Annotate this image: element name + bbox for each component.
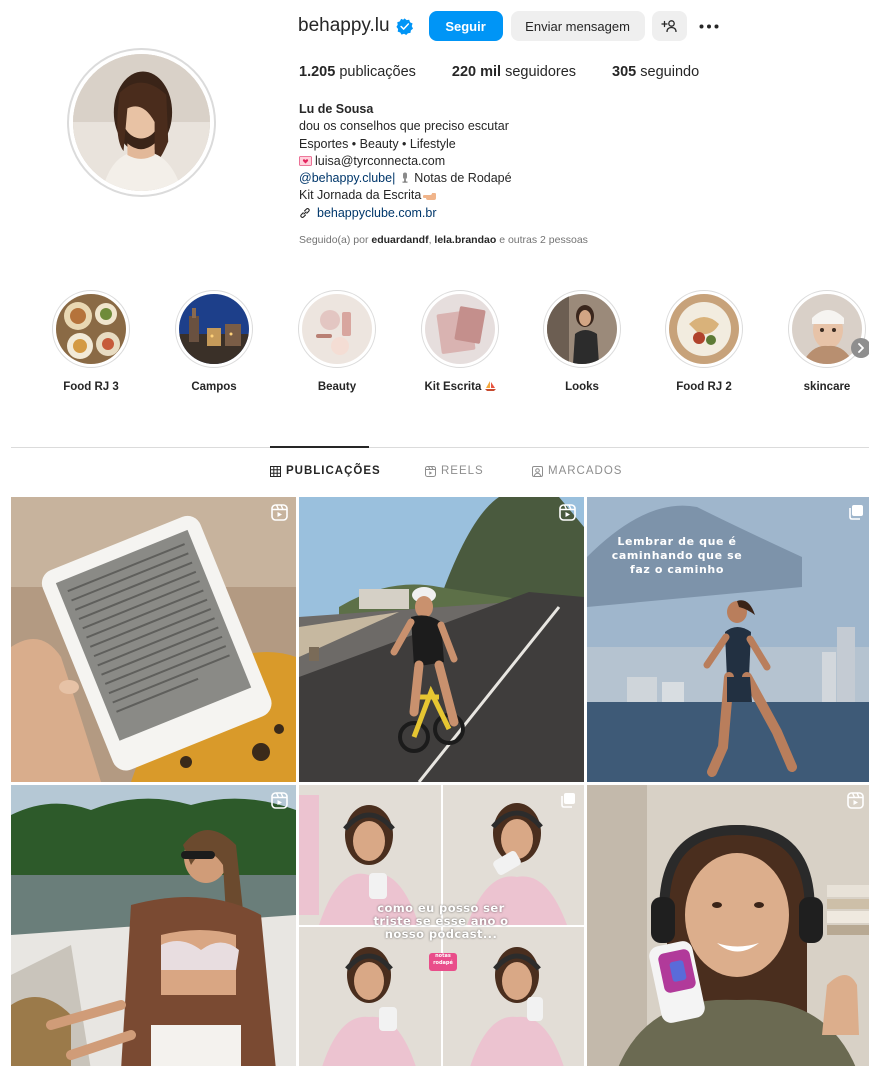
- follow-button[interactable]: Seguir: [428, 11, 503, 41]
- bio-mention-link[interactable]: @behappy.clube|: [299, 171, 395, 185]
- post-image: [587, 785, 869, 1066]
- highlight-label: Beauty: [317, 381, 357, 393]
- highlight-label: Food RJ 3: [63, 381, 119, 393]
- pointing-hand-icon: [423, 193, 437, 201]
- tab-posts[interactable]: PUBLICAÇÕES: [270, 465, 381, 477]
- profile-name: Lu de Sousa: [299, 102, 374, 116]
- highlight-food-rj-3[interactable]: Food RJ 3: [41, 290, 141, 393]
- highlight-label: Campos: [191, 381, 237, 393]
- post-image: [11, 497, 296, 782]
- follower-username[interactable]: lela.brandao: [434, 234, 496, 246]
- highlight-cover: [302, 294, 372, 364]
- highlight-label: skincare: [803, 381, 851, 393]
- more-options-button[interactable]: [696, 13, 722, 39]
- story-highlights: Food RJ 3 Campos Beauty Kit Escrita Look…: [0, 290, 869, 410]
- post-tile[interactable]: [11, 497, 296, 782]
- highlights-next-button[interactable]: [851, 338, 869, 358]
- profile-top-row: behappy.lu Seguir Enviar mensagem: [298, 10, 722, 42]
- sailboat-icon: [484, 381, 496, 391]
- grid-icon: [270, 465, 281, 477]
- post-overlay-text: como eu posso ser triste se esse ano o n…: [373, 901, 509, 941]
- highlight-cover: [547, 294, 617, 364]
- follower-username[interactable]: eduardandf: [371, 234, 428, 246]
- tab-tagged[interactable]: MARCADOS: [532, 465, 622, 477]
- verified-badge-icon: [395, 17, 413, 35]
- highlight-beauty[interactable]: Beauty: [287, 290, 387, 393]
- profile-stats: 1.205 publicações 220 mil seguidores 305…: [299, 64, 735, 80]
- posts-grid: Lembrar de que é caminhando que se faz o…: [11, 497, 869, 1066]
- highlight-label: Kit Escrita: [410, 381, 510, 393]
- bio-kit-line: Kit Jornada da Escrita: [299, 187, 512, 204]
- post-tile[interactable]: [11, 785, 296, 1066]
- bio-email: luisa@tyrconnecta.com: [315, 153, 446, 168]
- profile-header: behappy.lu Seguir Enviar mensagem 1.205 …: [0, 0, 869, 260]
- highlight-label: Food RJ 2: [676, 381, 732, 393]
- reel-icon: [559, 504, 576, 521]
- username: behappy.lu: [298, 15, 390, 36]
- post-tile[interactable]: Lembrar de que é caminhando que se faz o…: [587, 497, 869, 782]
- tabs-divider: [11, 447, 869, 448]
- send-message-button[interactable]: Enviar mensagem: [510, 11, 645, 41]
- post-tile[interactable]: como eu posso ser triste se esse ano o n…: [299, 785, 584, 1066]
- microphone-icon: [402, 172, 408, 183]
- followed-by[interactable]: Seguido(a) por eduardandf, lela.brandao …: [299, 234, 588, 246]
- reels-icon: [425, 465, 436, 477]
- tab-reels[interactable]: REELS: [425, 465, 484, 477]
- chevron-right-icon: [858, 343, 864, 353]
- post-tile[interactable]: [587, 785, 869, 1066]
- highlight-cover: [179, 294, 249, 364]
- post-overlay-text: Lembrar de que é caminhando que se faz o…: [611, 535, 743, 576]
- avatar[interactable]: [73, 54, 210, 191]
- reel-icon: [271, 504, 288, 521]
- posts-stat: 1.205 publicações: [299, 64, 416, 80]
- post-image: [299, 497, 584, 782]
- post-tile[interactable]: [299, 497, 584, 782]
- bio-website-link[interactable]: behappyclube.com.br: [299, 205, 512, 222]
- carousel-icon: [561, 793, 575, 808]
- highlight-cover: [425, 294, 495, 364]
- highlight-looks[interactable]: Looks: [532, 290, 632, 393]
- following-stat[interactable]: 305 seguindo: [612, 64, 699, 80]
- love-letter-icon: [299, 155, 312, 166]
- highlight-kit-escrita[interactable]: Kit Escrita: [410, 290, 510, 393]
- profile-avatar-ring[interactable]: [67, 48, 216, 197]
- tagged-icon: [532, 465, 543, 477]
- bio-line: dou os conselhos que preciso escutar: [299, 119, 509, 134]
- highlight-food-rj-2[interactable]: Food RJ 2: [654, 290, 754, 393]
- highlight-cover: [56, 294, 126, 364]
- more-dots-icon: [699, 24, 719, 28]
- post-image: [11, 785, 296, 1066]
- bio-line: Esportes • Beauty • Lifestyle: [299, 136, 456, 151]
- add-person-icon: [661, 20, 677, 33]
- profile-bio: Lu de Sousa dou os conselhos que preciso…: [299, 101, 512, 222]
- suggest-users-button[interactable]: [651, 11, 687, 41]
- highlight-label: Looks: [565, 381, 599, 393]
- carousel-icon: [849, 505, 863, 520]
- highlight-campos[interactable]: Campos: [164, 290, 264, 393]
- link-icon: [300, 208, 310, 219]
- bio-podcast-name: Notas de Rodapé: [414, 171, 512, 186]
- reel-icon: [271, 792, 288, 809]
- reel-icon: [847, 792, 864, 809]
- followers-stat[interactable]: 220 mil seguidores: [452, 64, 576, 80]
- bio-email-line: luisa@tyrconnecta.com: [299, 153, 512, 170]
- active-tab-indicator: [270, 446, 369, 448]
- bio-handle-line: @behappy.clube| Notas de Rodapé: [299, 170, 512, 187]
- post-sticker: notas rodapé: [433, 953, 453, 966]
- highlight-cover: [792, 294, 862, 364]
- highlight-cover: [669, 294, 739, 364]
